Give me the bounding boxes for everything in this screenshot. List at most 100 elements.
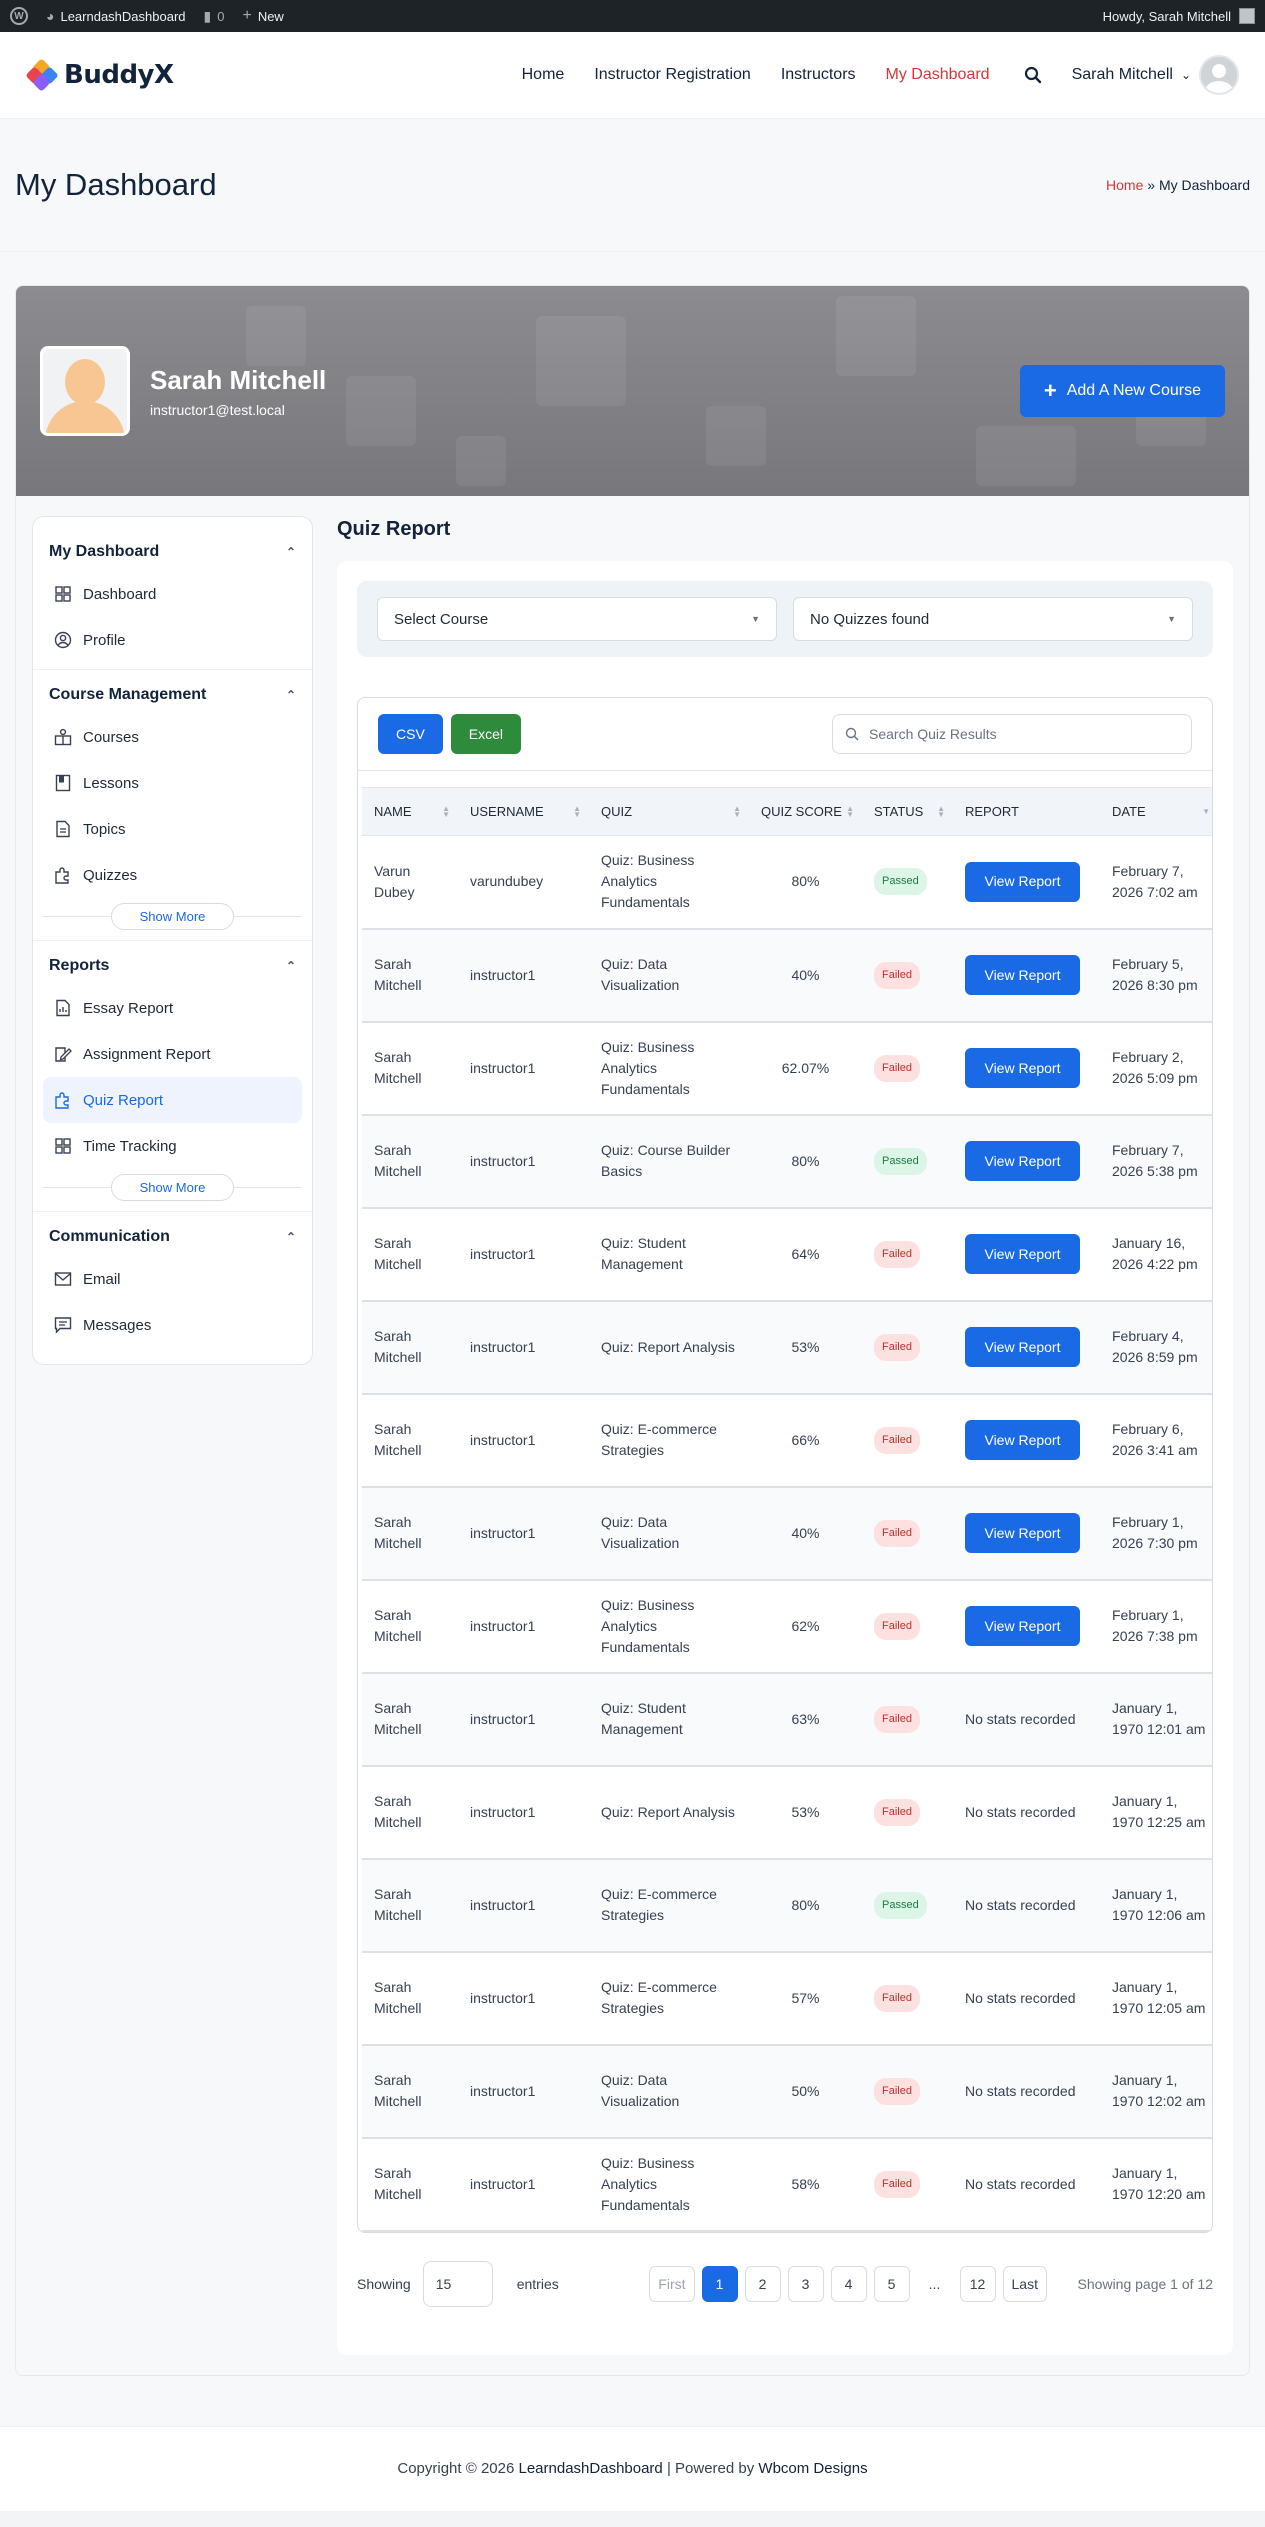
view-report-button[interactable]: View Report (965, 1048, 1080, 1088)
admin-site-link[interactable]: ◕ LearndashDashboard (46, 8, 186, 24)
show-more-button[interactable]: Show More (110, 902, 235, 930)
page-button[interactable]: 1 (701, 2265, 738, 2302)
sidebar-section-toggle[interactable]: Reports ⌃ (43, 947, 302, 985)
cell-username: instructor1 (458, 1486, 589, 1581)
sidebar-item-email[interactable]: Email (43, 1256, 302, 1302)
cell-username: instructor1 (458, 1858, 589, 1953)
column-header-date[interactable]: DATE ▼ (1100, 787, 1212, 836)
search-quiz-results-input[interactable] (869, 726, 1179, 742)
cell-date: January 1, 1970 12:20 am (1100, 2137, 1212, 2232)
status-badge: Failed (874, 1705, 920, 1733)
profile-banner: Sarah Mitchell instructor1@test.local + … (16, 286, 1249, 496)
sidebar-item-quizzes[interactable]: Quizzes (43, 852, 302, 898)
sidebar-item-assignment-report[interactable]: Assignment Report (43, 1031, 302, 1077)
cell-status: Passed (862, 835, 953, 930)
sidebar-item-messages[interactable]: Messages (43, 1302, 302, 1348)
column-header-name[interactable]: NAME ▲ ▼ (362, 787, 458, 836)
column-header-status[interactable]: STATUS ▲ ▼ (862, 787, 953, 836)
site-logo[interactable]: BuddyX (26, 59, 174, 91)
add-new-course-label: Add A New Course (1066, 382, 1201, 399)
view-report-button[interactable]: View Report (965, 861, 1080, 902)
page-button[interactable]: 12 (959, 2265, 996, 2302)
admin-comments-link[interactable]: ▮ 0 (204, 8, 225, 25)
mail-icon (53, 1269, 73, 1289)
table-scroll-area[interactable]: NAME ▲ ▼ USERNAME ▲ ▼ QUIZ ▲ ▼ QUIZ SCORE ▲ ▼ ST… (358, 771, 1212, 2232)
chevron-up-icon: ⌃ (285, 688, 296, 702)
cell-score: 57% (749, 1951, 862, 2046)
nav-home[interactable]: Home (522, 66, 565, 84)
cell-score: 40% (749, 1486, 862, 1581)
table-header-row: NAME ▲ ▼ USERNAME ▲ ▼ QUIZ ▲ ▼ QUIZ SCORE ▲ ▼ ST… (362, 787, 1212, 836)
show-more-button[interactable]: Show More (110, 1173, 235, 1201)
csv-export-button[interactable]: CSV (378, 714, 443, 754)
report-title: Quiz Report (337, 518, 451, 540)
sidebar-section-toggle[interactable]: My Dashboard ⌃ (43, 533, 302, 571)
profile-avatar[interactable] (40, 346, 130, 436)
view-report-button[interactable]: View Report (965, 1234, 1080, 1274)
sidebar-section-toggle[interactable]: Communication ⌃ (43, 1218, 302, 1256)
search-icon[interactable] (1024, 66, 1042, 84)
table-row: Sarah Mitchell instructor1 Quiz: Business … (362, 2137, 1212, 2232)
profile-name: Sarah Mitchell (150, 364, 327, 395)
entries-per-page-input[interactable]: 15 (422, 2260, 493, 2307)
sidebar-section-toggle[interactable]: Course Management ⌃ (43, 676, 302, 714)
pagination-bar: Showing 15 entries First 1 2 3 4 5 ... 1… (357, 2233, 1213, 2335)
site-header: BuddyX Home Instructor Registration Inst… (0, 32, 1265, 119)
view-report-button[interactable]: View Report (965, 1420, 1080, 1460)
footer-site-link[interactable]: LearndashDashboard (519, 2460, 663, 2477)
quiz-select[interactable]: No Quizzes found ▼ (793, 597, 1193, 641)
admin-site-name: LearndashDashboard (60, 8, 186, 24)
sidebar-item-time-tracking[interactable]: Time Tracking (43, 1123, 302, 1169)
sidebar-item-profile[interactable]: Profile (43, 617, 302, 663)
column-header-username[interactable]: USERNAME ▲ ▼ (458, 787, 589, 836)
sidebar-item-lessons[interactable]: Lessons (43, 760, 302, 806)
page-button[interactable]: 2 (744, 2265, 781, 2302)
sidebar-item-courses[interactable]: Courses (43, 714, 302, 760)
sidebar-item-dashboard[interactable]: Dashboard (43, 571, 302, 617)
view-report-button[interactable]: View Report (965, 1513, 1080, 1553)
admin-account-menu[interactable]: Howdy, Sarah Mitchell (1103, 8, 1255, 24)
breadcrumb-home-link[interactable]: Home (1106, 177, 1143, 193)
page-button[interactable]: 5 (873, 2265, 910, 2302)
first-page-button[interactable]: First (649, 2265, 695, 2302)
cell-date: January 1, 1970 12:02 am (1100, 2044, 1212, 2139)
excel-export-button[interactable]: Excel (450, 714, 522, 754)
user-menu[interactable]: Sarah Mitchell ⌄ (1072, 55, 1239, 95)
page-button[interactable]: 4 (830, 2265, 867, 2302)
column-header-quiz[interactable]: QUIZ ▲ ▼ (589, 787, 749, 836)
page-button[interactable]: 3 (787, 2265, 824, 2302)
page-title-bar: My Dashboard Home » My Dashboard (0, 119, 1265, 252)
admin-bar: W ◕ LearndashDashboard ▮ 0 + New Howdy, … (0, 0, 1265, 32)
sidebar-item-topics[interactable]: Topics (43, 806, 302, 852)
sidebar-item-essay-report[interactable]: Essay Report (43, 985, 302, 1031)
cell-name: Sarah Mitchell (362, 1858, 458, 1953)
view-report-button[interactable]: View Report (965, 955, 1080, 995)
view-report-button[interactable]: View Report (965, 1606, 1080, 1646)
last-page-button[interactable]: Last (1002, 2265, 1047, 2302)
cell-status: Failed (862, 1486, 953, 1581)
sidebar-item-quiz-report[interactable]: Quiz Report (43, 1077, 302, 1123)
cell-quiz: Quiz: Business Analytics Fundamentals (589, 2137, 749, 2232)
add-new-course-button[interactable]: + Add A New Course (1019, 365, 1225, 417)
nav-instructors[interactable]: Instructors (781, 66, 856, 84)
puzzle-icon (53, 865, 73, 885)
course-select[interactable]: Select Course ▼ (377, 597, 777, 641)
status-badge: Passed (874, 868, 927, 896)
view-report-button[interactable]: View Report (965, 1141, 1080, 1181)
cell-date: February 5, 2026 8:30 pm (1100, 928, 1212, 1023)
column-header-quiz-score[interactable]: QUIZ SCORE ▲ ▼ (749, 787, 862, 836)
cell-username: instructor1 (458, 1579, 589, 1674)
footer-designer-link[interactable]: Wbcom Designs (758, 2460, 867, 2477)
wordpress-logo-icon[interactable]: W (10, 7, 28, 25)
course-select-value: Select Course (394, 610, 489, 628)
caret-down-icon: ▼ (1167, 614, 1176, 624)
admin-new-link[interactable]: + New (242, 7, 283, 25)
cell-name: Sarah Mitchell (362, 1486, 458, 1581)
nav-instructor-registration[interactable]: Instructor Registration (594, 66, 751, 84)
main-content: Sarah Mitchell instructor1@test.local + … (0, 252, 1265, 2426)
nav-my-dashboard[interactable]: My Dashboard (886, 66, 990, 84)
cell-report: View Report (953, 1021, 1100, 1116)
view-report-button[interactable]: View Report (965, 1327, 1080, 1367)
cell-status: Passed (862, 1114, 953, 1209)
cell-username: instructor1 (458, 1207, 589, 1302)
